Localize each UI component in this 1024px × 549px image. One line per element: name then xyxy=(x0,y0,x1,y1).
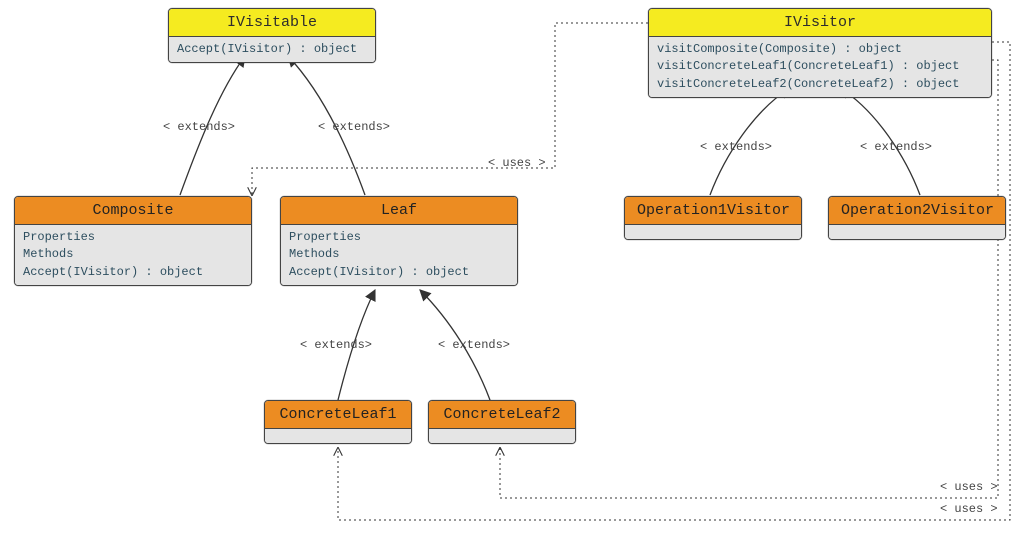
class-member: visitComposite(Composite) : object xyxy=(657,41,983,58)
class-members xyxy=(265,429,411,443)
class-title: Operation1Visitor xyxy=(625,197,801,225)
class-title: Leaf xyxy=(281,197,517,225)
class-title: IVisitor xyxy=(649,9,991,37)
extends-label: < extends> xyxy=(860,140,932,154)
class-title: ConcreteLeaf1 xyxy=(265,401,411,429)
class-title: IVisitable xyxy=(169,9,375,37)
class-members xyxy=(429,429,575,443)
class-members: Properties Methods Accept(IVisitor) : ob… xyxy=(15,225,251,285)
class-leaf: Leaf Properties Methods Accept(IVisitor)… xyxy=(280,196,518,286)
class-concreteleaf2: ConcreteLeaf2 xyxy=(428,400,576,444)
extends-label: < extends> xyxy=(163,120,235,134)
class-member: Properties xyxy=(23,229,243,246)
class-member: Methods xyxy=(289,246,509,263)
extends-label: < extends> xyxy=(318,120,390,134)
class-members xyxy=(829,225,1005,239)
class-ivisitor: IVisitor visitComposite(Composite) : obj… xyxy=(648,8,992,98)
extends-label: < extends> xyxy=(700,140,772,154)
class-member: Methods xyxy=(23,246,243,263)
extends-label: < extends> xyxy=(300,338,372,352)
class-title: Composite xyxy=(15,197,251,225)
class-member: Properties xyxy=(289,229,509,246)
class-member: visitConcreteLeaf2(ConcreteLeaf2) : obje… xyxy=(657,76,983,93)
class-member: visitConcreteLeaf1(ConcreteLeaf1) : obje… xyxy=(657,58,983,75)
class-composite: Composite Properties Methods Accept(IVis… xyxy=(14,196,252,286)
class-title: ConcreteLeaf2 xyxy=(429,401,575,429)
class-operation2visitor: Operation2Visitor xyxy=(828,196,1006,240)
extends-label: < extends> xyxy=(438,338,510,352)
class-operation1visitor: Operation1Visitor xyxy=(624,196,802,240)
class-ivisitable: IVisitable Accept(IVisitor) : object xyxy=(168,8,376,63)
class-members: Properties Methods Accept(IVisitor) : ob… xyxy=(281,225,517,285)
class-title: Operation2Visitor xyxy=(829,197,1005,225)
uses-label: < uses > xyxy=(488,156,546,170)
class-member: Accept(IVisitor) : object xyxy=(289,264,509,281)
class-members: visitComposite(Composite) : object visit… xyxy=(649,37,991,97)
class-members: Accept(IVisitor) : object xyxy=(169,37,375,62)
class-member: Accept(IVisitor) : object xyxy=(177,41,367,58)
class-member: Accept(IVisitor) : object xyxy=(23,264,243,281)
uses-label: < uses > xyxy=(940,480,998,494)
uses-label: < uses > xyxy=(940,502,998,516)
class-concreteleaf1: ConcreteLeaf1 xyxy=(264,400,412,444)
class-members xyxy=(625,225,801,239)
